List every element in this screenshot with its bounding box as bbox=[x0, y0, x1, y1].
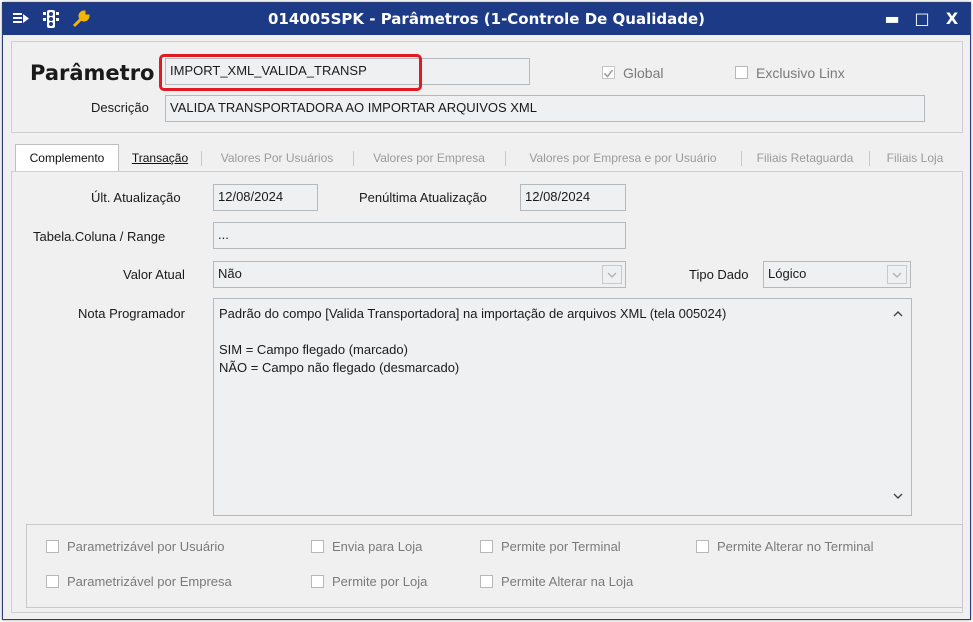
title-bar: 014005SPK - Parâmetros (1-Controle De Qu… bbox=[3, 3, 970, 35]
nota-programador-textarea[interactable]: Padrão do compo [Valida Transportadora] … bbox=[213, 298, 912, 516]
parameters-window: 014005SPK - Parâmetros (1-Controle De Qu… bbox=[2, 2, 971, 620]
valor-atual-dropdown-button[interactable] bbox=[602, 265, 622, 284]
highlight-box bbox=[159, 54, 422, 91]
nota-programador-label: Nota Programador bbox=[78, 306, 185, 321]
minimize-button[interactable]: ▬ bbox=[879, 8, 905, 30]
scroll-down-button[interactable] bbox=[891, 489, 905, 507]
penultima-atualizacao-field[interactable]: 12/08/2024 bbox=[520, 184, 626, 211]
permite-alterar-loja-checkbox[interactable] bbox=[480, 575, 493, 588]
permite-terminal-label: Permite por Terminal bbox=[501, 539, 621, 554]
tab-complemento[interactable]: Complemento bbox=[15, 144, 119, 172]
global-label: Global bbox=[623, 65, 664, 81]
permite-loja-checkbox[interactable] bbox=[311, 575, 324, 588]
tipo-dado-select[interactable]: Lógico bbox=[763, 261, 911, 288]
check-icon bbox=[603, 69, 614, 78]
envia-loja-checkbox[interactable] bbox=[311, 540, 324, 553]
tabela-coluna-label: Tabela.Coluna / Range bbox=[33, 229, 166, 244]
tab-valores-por-usuarios[interactable]: Valores Por Usuários bbox=[205, 145, 349, 171]
tabela-coluna-field[interactable]: ... bbox=[213, 222, 626, 249]
maximize-button[interactable]: □ bbox=[909, 8, 935, 30]
tab-filiais-loja[interactable]: Filiais Loja bbox=[873, 145, 957, 171]
options-group bbox=[26, 524, 963, 608]
permite-terminal-checkbox[interactable] bbox=[480, 540, 493, 553]
parametrizavel-usuario-label: Parametrizável por Usuário bbox=[67, 539, 225, 554]
penultima-atualizacao-label: Penúltima Atualização bbox=[359, 190, 487, 205]
exclusivo-linx-checkbox[interactable] bbox=[735, 66, 748, 79]
tab-valores-por-empresa[interactable]: Valores por Empresa bbox=[357, 145, 501, 171]
valor-atual-value: Não bbox=[218, 266, 242, 281]
permite-alterar-terminal-checkbox[interactable] bbox=[696, 540, 709, 553]
tab-valores-por-empresa-usuario[interactable]: Valores por Empresa e por Usuário bbox=[509, 145, 737, 171]
permite-alterar-loja-label: Permite Alterar na Loja bbox=[501, 574, 634, 589]
nota-line: NÃO = Campo não flegado (desmarcado) bbox=[219, 360, 460, 375]
tipo-dado-label: Tipo Dado bbox=[689, 267, 749, 282]
tab-transacao[interactable]: Transação bbox=[123, 145, 197, 171]
parametrizavel-usuario-checkbox[interactable] bbox=[46, 540, 59, 553]
envia-loja-label: Envia para Loja bbox=[332, 539, 423, 554]
valor-atual-select[interactable]: Não bbox=[213, 261, 626, 288]
tab-filiais-retaguarda[interactable]: Filiais Retaguarda bbox=[745, 145, 865, 171]
chevron-up-icon bbox=[893, 311, 903, 317]
nota-line: Padrão do compo [Valida Transportadora] … bbox=[219, 306, 727, 321]
tipo-dado-value: Lógico bbox=[768, 266, 807, 281]
descricao-field[interactable]: VALIDA TRANSPORTADORA AO IMPORTAR ARQUIV… bbox=[165, 95, 925, 122]
valor-atual-label: Valor Atual bbox=[123, 267, 185, 282]
tipo-dado-dropdown-button[interactable] bbox=[887, 265, 907, 284]
parametrizavel-empresa-checkbox[interactable] bbox=[46, 575, 59, 588]
chevron-down-icon bbox=[892, 272, 902, 278]
permite-loja-label: Permite por Loja bbox=[332, 574, 428, 589]
nota-line bbox=[219, 323, 881, 341]
descricao-label: Descrição bbox=[91, 100, 149, 115]
exclusivo-linx-label: Exclusivo Linx bbox=[756, 65, 845, 81]
permite-alterar-terminal-label: Permite Alterar no Terminal bbox=[717, 539, 874, 554]
nota-line: SIM = Campo flegado (marcado) bbox=[219, 342, 408, 357]
global-checkbox[interactable] bbox=[602, 66, 615, 79]
scroll-up-button[interactable] bbox=[891, 307, 905, 325]
chevron-down-icon bbox=[893, 493, 903, 499]
parametro-label: Parâmetro bbox=[30, 61, 155, 85]
close-button[interactable]: X bbox=[939, 8, 965, 30]
window-title: 014005SPK - Parâmetros (1-Controle De Qu… bbox=[268, 10, 705, 28]
parametrizavel-empresa-label: Parametrizável por Empresa bbox=[67, 574, 232, 589]
ult-atualizacao-label: Últ. Atualização bbox=[91, 190, 181, 205]
chevron-down-icon bbox=[607, 272, 617, 278]
ult-atualizacao-field[interactable]: 12/08/2024 bbox=[213, 184, 318, 211]
tab-bar: Complemento Transação Valores Por Usuári… bbox=[11, 144, 961, 172]
